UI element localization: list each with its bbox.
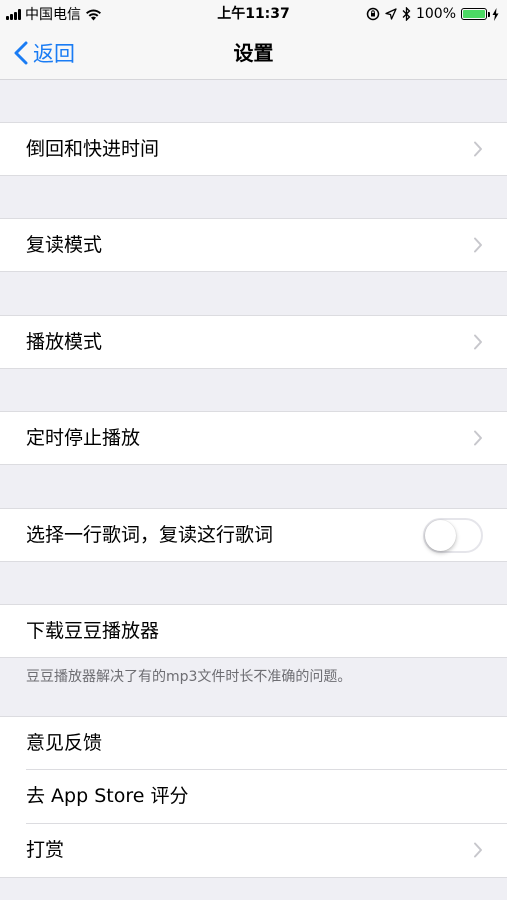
setting-label: 定时停止播放 (26, 427, 141, 449)
setting-label: 播放模式 (26, 331, 103, 353)
chevron-right-icon (474, 334, 482, 350)
chevron-right-icon (474, 141, 482, 157)
setting-rewind-forward-time[interactable]: 倒回和快进时间 (0, 122, 507, 176)
setting-label: 打赏 (26, 839, 65, 861)
chevron-right-icon (474, 430, 482, 446)
setting-label: 意见反馈 (26, 732, 103, 754)
page-title: 设置 (233, 41, 274, 65)
lock-rotation-icon (366, 7, 380, 21)
setting-download-player[interactable]: 下载豆豆播放器 (0, 604, 507, 658)
setting-repeat-mode[interactable]: 复读模式 (0, 218, 507, 272)
setting-label: 去 App Store 评分 (26, 785, 189, 807)
battery-percent: 100% (415, 6, 456, 22)
setting-select-lyric-repeat: 选择一行歌词，复读这行歌词 (0, 508, 507, 562)
setting-play-mode[interactable]: 播放模式 (0, 315, 507, 369)
setting-label: 下载豆豆播放器 (26, 620, 160, 642)
lyric-repeat-toggle[interactable] (423, 518, 483, 553)
chevron-right-icon (474, 237, 482, 253)
chevron-right-icon (474, 842, 482, 858)
status-bar: 中国电信 上午11:37 100% (0, 0, 507, 28)
setting-tip[interactable]: 打赏 (0, 824, 507, 878)
navigation-bar: 返回 设置 (0, 28, 507, 80)
charging-bolt-icon (492, 7, 499, 21)
location-arrow-icon (385, 8, 397, 20)
settings-screen: 中国电信 上午11:37 100% 返回 设置 倒回和快进时间 复读模式 播放模… (0, 0, 507, 900)
setting-rate-app-store[interactable]: 去 App Store 评分 (0, 770, 507, 824)
download-player-note: 豆豆播放器解决了有的mp3文件时长不准确的问题。 (26, 669, 352, 685)
setting-sleep-timer[interactable]: 定时停止播放 (0, 411, 507, 465)
toggle-knob (425, 520, 456, 551)
setting-feedback[interactable]: 意见反馈 (0, 716, 507, 770)
status-bar-right: 100% (366, 5, 499, 23)
bluetooth-icon (402, 7, 411, 21)
battery-icon (461, 8, 490, 20)
setting-label: 倒回和快进时间 (26, 138, 160, 160)
setting-label: 复读模式 (26, 234, 103, 256)
setting-label: 选择一行歌词，复读这行歌词 (26, 524, 274, 546)
